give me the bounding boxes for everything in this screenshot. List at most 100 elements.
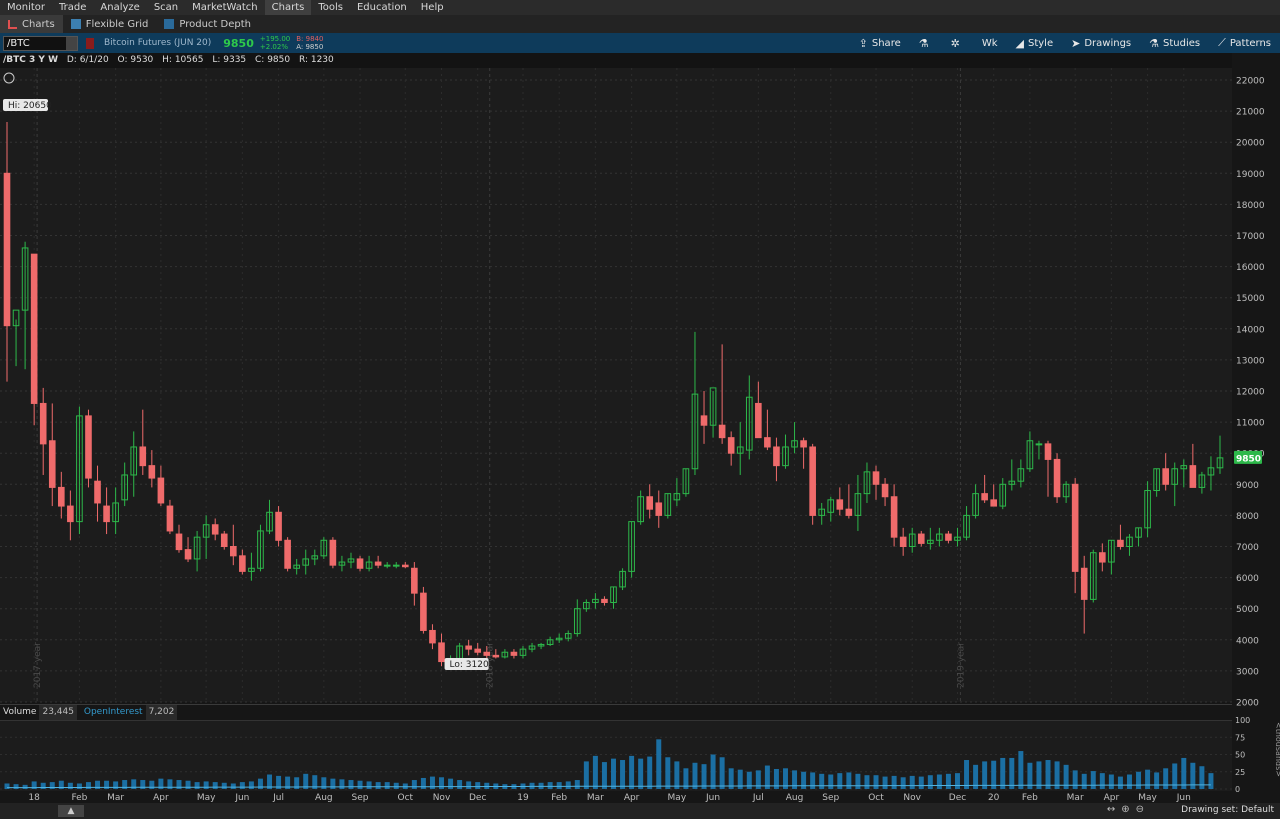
volume-unit-label: <thousands>	[1274, 722, 1280, 777]
volume-bar	[1009, 757, 1015, 789]
volume-bar	[882, 776, 888, 789]
candle-body	[492, 654, 500, 658]
gear-icon: ✲	[950, 36, 960, 50]
menu-item-trade[interactable]: Trade	[52, 0, 93, 15]
candle-body	[3, 172, 11, 327]
candle-body	[383, 564, 391, 567]
candle-body	[755, 402, 762, 439]
menu-item-help[interactable]: Help	[414, 0, 451, 15]
volume-bar	[855, 773, 861, 789]
studies-flask-icon: ⚗	[1149, 36, 1159, 50]
candle-body	[990, 499, 998, 507]
candle-body	[420, 592, 427, 631]
candle-body	[981, 493, 988, 501]
drawing-set-label: Drawing set: Default	[1181, 805, 1274, 815]
time-tick-label: Feb	[71, 793, 87, 803]
candle-body	[356, 558, 364, 569]
drawings-label: Drawings	[1084, 37, 1132, 49]
main-menu: Monitor Trade Analyze Scan MarketWatch Charts…	[0, 0, 1280, 15]
time-tick-label: Feb	[551, 793, 567, 803]
candle-body	[465, 645, 472, 650]
studies-label: Studies	[1163, 37, 1201, 49]
volume-bar	[909, 775, 915, 789]
price-chart-svg[interactable]: 2000300040005000600070008000900010000110…	[0, 68, 1280, 803]
menu-item-marketwatch[interactable]: MarketWatch	[185, 0, 265, 15]
candle-body	[275, 511, 282, 541]
bid-ask-block: B: 9840 A: 9850	[296, 35, 323, 51]
volume-bar	[1136, 771, 1142, 789]
tab-charts[interactable]: Charts	[0, 15, 63, 33]
net-change: +195.00	[259, 35, 291, 43]
style-label: Style	[1027, 37, 1054, 49]
symbol-dropdown-icon[interactable]	[66, 36, 77, 50]
candle-body	[58, 486, 65, 507]
time-tick-label: Oct	[398, 793, 414, 803]
volume-bar	[357, 780, 363, 789]
candle-body	[800, 440, 807, 448]
candle-body	[646, 496, 654, 510]
candle-body	[67, 505, 74, 523]
candle-body	[157, 477, 165, 504]
aggregation-button[interactable]: Wk	[973, 33, 1007, 53]
menu-item-scan[interactable]: Scan	[147, 0, 185, 15]
price-tick-label: 2000	[1236, 699, 1259, 709]
tab-product-depth[interactable]: Product Depth	[156, 15, 259, 33]
alert-flag-icon[interactable]	[86, 37, 94, 49]
candle-body	[438, 642, 445, 663]
price-tick-label: 21000	[1236, 108, 1265, 118]
sub-tabs: Charts Flexible Grid Product Depth	[0, 15, 1280, 33]
zoom-tools[interactable]: ↔⊕⊖	[1107, 804, 1150, 815]
volume-bar	[620, 760, 626, 789]
settings-button[interactable]: ✲	[942, 33, 973, 53]
info-high: H: 10565	[162, 55, 204, 65]
price-tick-label: 20000	[1236, 139, 1265, 149]
ask-price: A: 9850	[296, 43, 324, 51]
volume-bar	[801, 771, 807, 789]
volume-bar	[411, 780, 417, 789]
volume-bar	[638, 758, 644, 789]
volume-bar	[647, 756, 653, 789]
drawings-button[interactable]: ➤ Drawings	[1062, 33, 1140, 53]
time-tick-label: May	[1138, 793, 1157, 803]
pct-change: +2.02%	[259, 43, 288, 51]
year-label: 2017 year	[33, 642, 43, 688]
menu-item-education[interactable]: Education	[350, 0, 414, 15]
price-tick-label: 14000	[1236, 325, 1265, 335]
patterns-button[interactable]: ⟋ Patterns	[1209, 33, 1280, 53]
candle-body	[899, 536, 907, 548]
menu-item-charts[interactable]: Charts	[264, 0, 312, 15]
volume-bar	[185, 780, 191, 789]
share-button[interactable]: ⇪ Share	[850, 33, 910, 53]
volume-bar	[601, 762, 607, 789]
menu-item-analyze[interactable]: Analyze	[93, 0, 146, 15]
price-tick-label: 15000	[1236, 294, 1265, 304]
style-button[interactable]: ◢ Style	[1007, 33, 1063, 53]
scroll-up-icon[interactable]: ▲	[58, 805, 84, 817]
last-price: 9850	[223, 36, 254, 50]
volume-bar	[583, 761, 589, 789]
chart-icon	[8, 19, 17, 29]
menu-item-monitor[interactable]: Monitor	[0, 0, 52, 15]
tab-flexible-grid[interactable]: Flexible Grid	[63, 15, 157, 33]
info-low: L: 9335	[212, 55, 247, 65]
studies-button[interactable]: ⚗ Studies	[1140, 33, 1209, 53]
candle-body	[872, 471, 880, 485]
price-tick-label: 5000	[1236, 605, 1259, 615]
tab-charts-label: Charts	[22, 18, 55, 30]
time-tick-label: Aug	[786, 793, 804, 803]
price-tick-label: 11000	[1236, 419, 1265, 429]
bid-price: B: 9840	[296, 35, 324, 43]
chart-area[interactable]: 2000300040005000600070008000900010000110…	[0, 68, 1280, 806]
price-tick-label: 18000	[1236, 201, 1265, 211]
volume-bar	[954, 773, 960, 789]
volume-bar	[547, 782, 553, 789]
candle-body	[39, 402, 47, 445]
symbol-input[interactable]: /BTC	[3, 35, 78, 51]
price-tick-label: 13000	[1236, 356, 1265, 366]
volume-bar	[1018, 751, 1024, 789]
time-tick-label: Nov	[433, 793, 451, 803]
menu-item-tools[interactable]: Tools	[311, 0, 350, 15]
flask-button[interactable]: ⚗	[910, 33, 942, 53]
candle-body	[401, 564, 409, 568]
volume-bar	[1108, 774, 1114, 789]
